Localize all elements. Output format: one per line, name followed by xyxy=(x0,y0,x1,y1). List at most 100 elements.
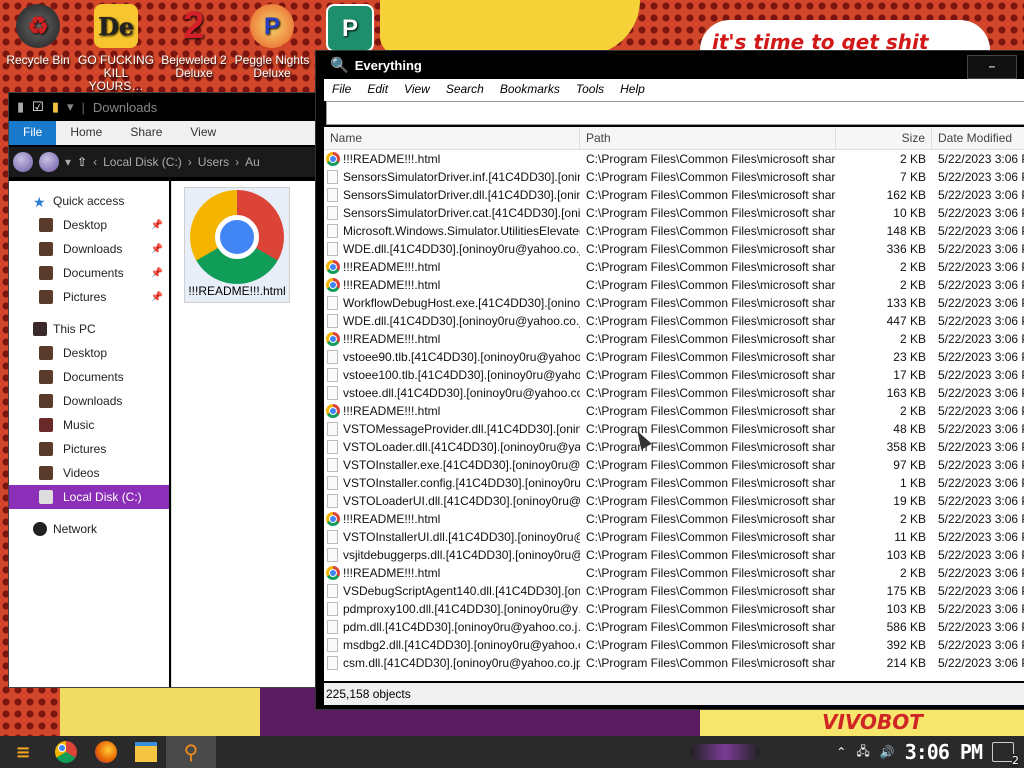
pin-icon[interactable]: 📌 xyxy=(151,268,163,279)
column-header-name[interactable]: Name xyxy=(324,127,580,149)
table-row[interactable]: Microsoft.Windows.Simulator.UtilitiesEle… xyxy=(324,222,1024,240)
table-row[interactable]: vsjitdebuggerps.dll.[41C4DD30].[oninoy0r… xyxy=(324,546,1024,564)
nav-item-desktop[interactable]: Desktop 📌 xyxy=(9,213,169,237)
forward-button[interactable] xyxy=(39,152,59,172)
table-row[interactable]: VSDebugScriptAgent140.dll.[41C4DD30].[on… xyxy=(324,582,1024,600)
table-row[interactable]: VSTOInstaller.exe.[41C4DD30].[oninoy0ru@… xyxy=(324,456,1024,474)
table-row[interactable]: pdmproxy100.dll.[41C4DD30].[oninoy0ru@y…… xyxy=(324,600,1024,618)
table-row[interactable]: VSTOMessageProvider.dll.[41C4DD30].[onin… xyxy=(324,420,1024,438)
menu-help[interactable]: Help xyxy=(612,79,653,101)
table-row[interactable]: WDE.dll.[41C4DD30].[oninoy0ru@yahoo.co.j… xyxy=(324,240,1024,258)
table-row[interactable]: SensorsSimulatorDriver.cat.[41C4DD30].[o… xyxy=(324,204,1024,222)
nav-item-downloads[interactable]: Downloads xyxy=(9,389,169,413)
clock[interactable]: 3:06 PM xyxy=(905,740,983,764)
table-row[interactable]: !!!README!!!.html C:\Program Files\Common… xyxy=(324,276,1024,294)
nav-item-music[interactable]: Music xyxy=(9,413,169,437)
cell-size: 2 KB xyxy=(899,566,926,580)
table-row[interactable]: csm.dll.[41C4DD30].[oninoy0ru@yahoo.co.j… xyxy=(324,654,1024,672)
table-row[interactable]: msdbg2.dll.[41C4DD30].[oninoy0ru@yahoo.c… xyxy=(324,636,1024,654)
firefox-taskbar-button[interactable] xyxy=(86,736,126,768)
file-icon xyxy=(327,530,338,544)
table-row[interactable]: !!!README!!!.html C:\Program Files\Common… xyxy=(324,564,1024,582)
nav-item-downloads[interactable]: Downloads 📌 xyxy=(9,237,169,261)
table-row[interactable]: SensorsSimulatorDriver.dll.[41C4DD30].[o… xyxy=(324,186,1024,204)
music-icon xyxy=(39,418,53,432)
table-row[interactable]: VSTOLoaderUI.dll.[41C4DD30].[oninoy0ru@y… xyxy=(324,492,1024,510)
pin-icon[interactable]: 📌 xyxy=(151,244,163,255)
menu-search[interactable]: Search xyxy=(438,79,492,101)
nav-item-documents[interactable]: Documents 📌 xyxy=(9,261,169,285)
column-header-size[interactable]: Size xyxy=(836,127,932,149)
file-explorer-window[interactable]: ▮ ☑ ▮ ▾ | Downloads File Home Share View… xyxy=(8,92,320,688)
minimize-button[interactable]: – xyxy=(967,55,1017,79)
cell-name: VSTOInstaller.exe.[41C4DD30].[oninoy0ru@… xyxy=(324,458,580,472)
breadcrumb-item[interactable]: Au xyxy=(245,155,260,169)
table-row[interactable]: WDE.dll.[41C4DD30].[oninoy0ru@yahoo.co.j… xyxy=(324,312,1024,330)
breadcrumb-item[interactable]: Local Disk (C:) xyxy=(103,155,182,169)
chevron-down-icon[interactable]: ▾ xyxy=(65,155,71,169)
table-row[interactable]: VSTOLoader.dll.[41C4DD30].[oninoy0ru@yah… xyxy=(324,438,1024,456)
menu-view[interactable]: View xyxy=(396,79,438,101)
table-row[interactable]: !!!README!!!.html C:\Program Files\Common… xyxy=(324,402,1024,420)
everything-window[interactable]: 🔍 Everything – File Edit View Search Boo… xyxy=(315,50,1024,710)
chevron-up-icon[interactable]: ⌃ xyxy=(836,745,846,759)
nav-item-pictures[interactable]: Pictures xyxy=(9,437,169,461)
up-arrow-icon[interactable]: ⇧ xyxy=(77,155,87,169)
desktop-icon-de-app[interactable]: De GO FUCKING KILL YOURS… xyxy=(78,4,154,93)
desktop-icon-bejeweled[interactable]: 2 Bejeweled 2 Deluxe xyxy=(156,4,232,80)
nav-item-local-disk[interactable]: Local Disk (C:) xyxy=(9,485,169,509)
table-row[interactable]: !!!README!!!.html C:\Program Files\Common… xyxy=(324,150,1024,168)
tab-home[interactable]: Home xyxy=(56,121,116,145)
nav-item-desktop[interactable]: Desktop xyxy=(9,341,169,365)
nav-item-quick-access[interactable]: ★ Quick access xyxy=(9,189,169,213)
tab-file[interactable]: File xyxy=(9,121,57,145)
nav-item-pictures[interactable]: Pictures 📌 xyxy=(9,285,169,309)
desktop-icon-recycle-bin[interactable]: ♻ Recycle Bin xyxy=(0,4,76,67)
table-row[interactable]: WorkflowDebugHost.exe.[41C4DD30].[oninoy… xyxy=(324,294,1024,312)
cell-path: C:\Program Files\Common Files\microsoft … xyxy=(586,314,836,328)
everything-taskbar-button[interactable]: ⚲ xyxy=(166,736,216,768)
table-row[interactable]: vstoee90.tlb.[41C4DD30].[oninoy0ru@yahoo… xyxy=(324,348,1024,366)
tab-view[interactable]: View xyxy=(176,121,230,145)
app-icon: ▮ xyxy=(17,99,25,114)
nav-item-this-pc[interactable]: This PC xyxy=(9,317,169,341)
pin-icon[interactable]: 📌 xyxy=(151,220,163,231)
menu-file[interactable]: File xyxy=(324,79,359,101)
table-row[interactable]: SensorsSimulatorDriver.inf.[41C4DD30].[o… xyxy=(324,168,1024,186)
cell-path: C:\Program Files\Common Files\microsoft … xyxy=(586,152,836,166)
column-header-path[interactable]: Path xyxy=(580,127,836,149)
menu-bookmarks[interactable]: Bookmarks xyxy=(492,79,568,101)
pin-icon[interactable]: 📌 xyxy=(151,292,163,303)
quick-access-toolbar-icon[interactable]: ☑ xyxy=(32,99,44,115)
start-button[interactable]: ≡ xyxy=(0,736,46,768)
desktop-icon-peggle[interactable]: P Peggle Nights Deluxe xyxy=(234,4,310,80)
table-row[interactable]: vstoee100.tlb.[41C4DD30].[oninoy0ru@yaho… xyxy=(324,366,1024,384)
volume-icon[interactable]: 🔊 xyxy=(880,745,895,759)
table-row[interactable]: pdm.dll.[41C4DD30].[oninoy0ru@yahoo.co.j… xyxy=(324,618,1024,636)
nav-item-documents[interactable]: Documents xyxy=(9,365,169,389)
table-row[interactable]: vstoee.dll.[41C4DD30].[oninoy0ru@yahoo.c… xyxy=(324,384,1024,402)
column-header-date-modified[interactable]: Date Modified xyxy=(932,127,1024,149)
recycle-bin-icon: ♻ xyxy=(16,4,60,48)
network-icon[interactable]: 🖧 xyxy=(856,742,869,763)
table-row[interactable]: !!!README!!!.html C:\Program Files\Common… xyxy=(324,330,1024,348)
table-row[interactable]: VSTOInstaller.config.[41C4DD30].[oninoy0… xyxy=(324,474,1024,492)
chevron-down-icon[interactable]: ▾ xyxy=(67,99,74,115)
nav-item-network[interactable]: Network xyxy=(9,517,169,541)
taskbar: ≡ ⚲ ⌃ 🖧 🔊 3:06 PM 2 xyxy=(0,736,1024,768)
tab-share[interactable]: Share xyxy=(116,121,176,145)
table-row[interactable]: !!!README!!!.html C:\Program Files\Common… xyxy=(324,258,1024,276)
back-button[interactable] xyxy=(13,152,33,172)
menu-edit[interactable]: Edit xyxy=(359,79,396,101)
file-explorer-taskbar-button[interactable] xyxy=(126,736,166,768)
notification-center-button[interactable]: 2 xyxy=(992,742,1019,767)
breadcrumb-item[interactable]: Users xyxy=(198,155,229,169)
nav-item-videos[interactable]: Videos xyxy=(9,461,169,485)
table-row[interactable]: !!!README!!!.html C:\Program Files\Common… xyxy=(324,510,1024,528)
file-item[interactable]: !!!README!!!.html xyxy=(184,187,290,303)
file-name: vstoee.dll.[41C4DD30].[oninoy0ru@yahoo.c… xyxy=(343,386,580,400)
table-row[interactable]: VSTOInstallerUI.dll.[41C4DD30].[oninoy0r… xyxy=(324,528,1024,546)
search-input[interactable] xyxy=(326,101,1024,125)
chrome-taskbar-button[interactable] xyxy=(46,736,86,768)
menu-tools[interactable]: Tools xyxy=(568,79,612,101)
